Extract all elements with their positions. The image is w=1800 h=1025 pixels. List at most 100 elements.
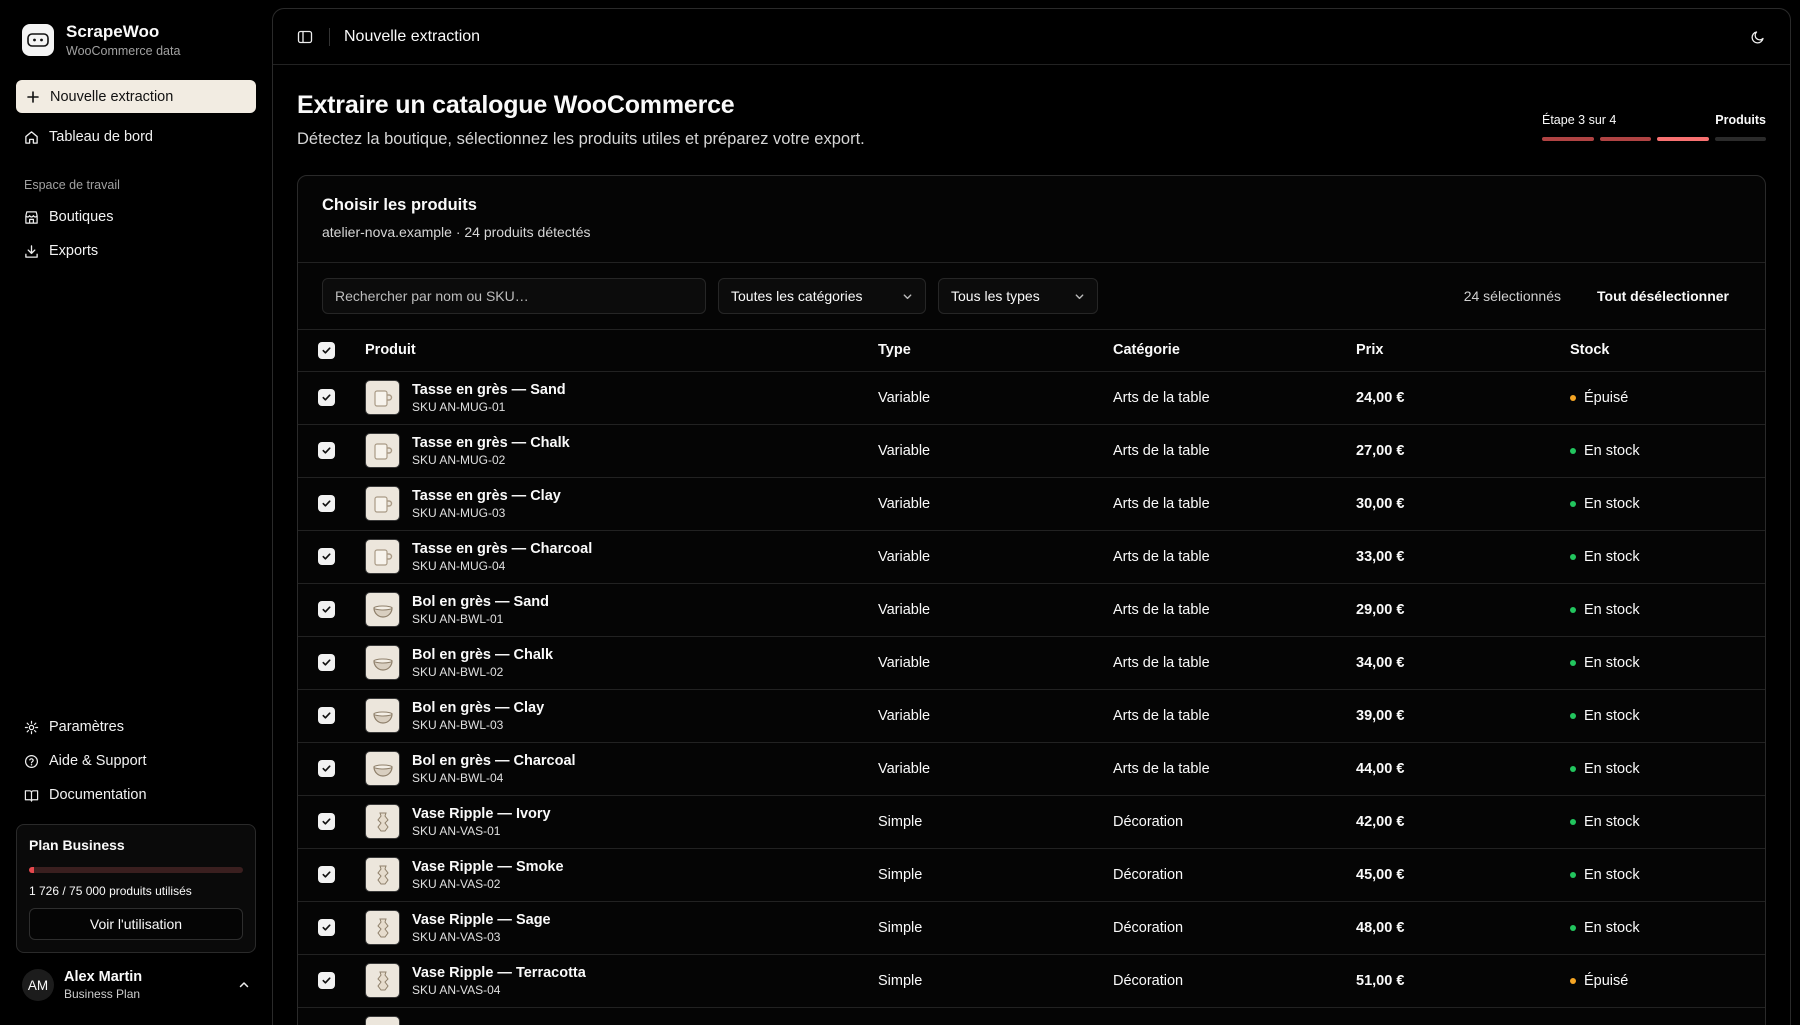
row-checkbox[interactable] <box>318 548 335 565</box>
page-title: Extraire un catalogue WooCommerce <box>297 91 735 119</box>
row-checkbox[interactable] <box>318 866 335 883</box>
app-root: ScrapeWoo WooCommerce data Nouvelle extr… <box>0 0 1800 1025</box>
plan-card: Plan Business 1 726 / 75 000 produits ut… <box>16 824 256 953</box>
new-extraction-button[interactable]: Nouvelle extraction <box>16 80 256 113</box>
table-row[interactable]: Vase Ripple — Terracotta SKU AN-VAS-04 S… <box>298 954 1765 1008</box>
product-name: Vase Ripple — Smoke <box>412 858 564 875</box>
bowl-icon <box>372 605 393 618</box>
product-type: Variable <box>878 477 1113 531</box>
table-row[interactable]: Bol en grès — Charcoal SKU AN-BWL-04 Var… <box>298 742 1765 796</box>
stock-status: En stock <box>1570 549 1765 565</box>
table-row[interactable]: Tasse en grès — Sand SKU AN-MUG-01 Varia… <box>298 371 1765 425</box>
row-checkbox[interactable] <box>318 442 335 459</box>
type-select[interactable]: Tous les types <box>938 278 1098 314</box>
selected-count: 24 sélectionnés <box>1463 288 1562 304</box>
stock-dot <box>1570 394 1576 401</box>
product-sku: SKU AN-VAS-02 <box>412 876 501 891</box>
column-header-type[interactable]: Type <box>878 330 1113 372</box>
product-name: Bol en grès — Clay <box>412 699 545 716</box>
table-row[interactable]: Tasse en grès — Chalk SKU AN-MUG-02 Vari… <box>298 424 1765 478</box>
user-plan: Business Plan <box>64 987 141 1001</box>
deselect-all-button[interactable]: Tout désélectionner <box>1585 288 1741 304</box>
product-thumbnail <box>365 910 400 945</box>
row-checkbox[interactable] <box>318 919 335 936</box>
stock-dot <box>1570 447 1576 454</box>
product-price: 24,00 € <box>1356 371 1570 425</box>
product-price: 51,00 € <box>1356 954 1570 1008</box>
table-row[interactable]: Vase Ripple — Sage SKU AN-VAS-03 Simple … <box>298 901 1765 955</box>
select-all-checkbox[interactable] <box>318 341 335 359</box>
row-checkbox[interactable] <box>318 495 335 512</box>
sidebar-item-label: Paramètres <box>49 719 124 735</box>
row-checkbox[interactable] <box>318 654 335 671</box>
topbar-divider <box>329 27 330 46</box>
table-row[interactable]: Vase Ripple — Smoke SKU AN-VAS-02 Simple… <box>298 848 1765 902</box>
mug-icon <box>373 548 392 566</box>
product-sku: SKU AN-BWL-03 <box>412 717 504 732</box>
row-checkbox[interactable] <box>318 760 335 777</box>
product-type: Simple <box>878 795 1113 849</box>
check-icon <box>322 447 331 454</box>
column-header-product[interactable]: Produit <box>365 330 878 372</box>
step-bar <box>1599 137 1651 141</box>
sidebar-item-docs[interactable]: Documentation <box>16 778 256 812</box>
stock-status: En stock <box>1570 496 1765 512</box>
view-usage-button[interactable]: Voir l'utilisation <box>29 908 243 940</box>
product-category: Décoration <box>1113 795 1356 849</box>
check-icon <box>322 553 331 560</box>
product-thumbnail <box>365 751 400 786</box>
table-row[interactable]: Tasse en grès — Clay SKU AN-MUG-03 Varia… <box>298 477 1765 531</box>
sidebar: ScrapeWoo WooCommerce data Nouvelle extr… <box>0 0 272 1025</box>
stock-status: En stock <box>1570 867 1765 883</box>
product-thumbnail <box>365 380 400 415</box>
stock-dot <box>1570 500 1576 507</box>
product-price: 48,00 € <box>1356 901 1570 955</box>
sidebar-item-help[interactable]: Aide & Support <box>16 744 256 778</box>
table-row[interactable]: Bol en grès — Sand SKU AN-BWL-01 Variabl… <box>298 583 1765 637</box>
column-header-category[interactable]: Catégorie <box>1113 330 1356 372</box>
row-checkbox[interactable] <box>318 389 335 406</box>
product-name: Tasse en grès — Chalk <box>412 434 570 451</box>
search-input[interactable] <box>322 278 706 314</box>
product-selection-card: Choisir les produits atelier-nova.exampl… <box>297 175 1766 1025</box>
product-thumbnail <box>365 433 400 468</box>
stock-status: En stock <box>1570 443 1765 459</box>
product-table: Produit Type Catégorie Prix Stock Tasse … <box>298 330 1765 1025</box>
table-row[interactable]: Chaise en chêne — Naturel <box>298 1007 1765 1025</box>
check-icon <box>322 659 331 666</box>
product-price: 45,00 € <box>1356 848 1570 902</box>
product-thumbnail <box>365 857 400 892</box>
product-sku: SKU AN-BWL-04 <box>412 770 504 785</box>
check-icon <box>322 818 331 825</box>
sidebar-item-shops[interactable]: Boutiques <box>16 200 256 234</box>
table-row[interactable]: Vase Ripple — Ivory SKU AN-VAS-01 Simple… <box>298 795 1765 849</box>
table-row[interactable]: Bol en grès — Chalk SKU AN-BWL-02 Variab… <box>298 636 1765 690</box>
stock-label: En stock <box>1584 919 1640 936</box>
row-checkbox[interactable] <box>318 707 335 724</box>
product-category: Arts de la table <box>1113 371 1356 425</box>
sidebar-item-dashboard[interactable]: Tableau de bord <box>16 120 256 154</box>
product-thumbnail <box>365 645 400 680</box>
sidebar-item-settings[interactable]: Paramètres <box>16 710 256 744</box>
sidebar-toggle-icon[interactable] <box>297 29 313 45</box>
column-header-price[interactable]: Prix <box>1356 330 1570 372</box>
table-row[interactable]: Tasse en grès — Charcoal SKU AN-MUG-04 V… <box>298 530 1765 584</box>
sidebar-item-label: Exports <box>49 243 99 259</box>
product-type: Variable <box>878 742 1113 796</box>
sidebar-item-exports[interactable]: Exports <box>16 234 256 268</box>
product-type: Simple <box>878 954 1113 1008</box>
row-checkbox[interactable] <box>318 601 335 618</box>
category-select[interactable]: Toutes les catégories <box>718 278 926 314</box>
row-checkbox[interactable] <box>318 972 335 989</box>
column-header-stock[interactable]: Stock <box>1570 330 1765 372</box>
brand[interactable]: ScrapeWoo WooCommerce data <box>16 0 256 80</box>
product-price: 39,00 € <box>1356 689 1570 743</box>
moon-icon[interactable] <box>1750 29 1766 45</box>
store-icon <box>25 210 38 224</box>
step-bar <box>1657 137 1709 141</box>
table-row[interactable]: Bol en grès — Clay SKU AN-BWL-03 Variabl… <box>298 689 1765 743</box>
row-checkbox[interactable] <box>318 813 335 830</box>
user-menu[interactable]: AM Alex Martin Business Plan <box>16 953 256 1017</box>
check-icon <box>322 871 331 878</box>
vase-icon <box>376 865 389 884</box>
